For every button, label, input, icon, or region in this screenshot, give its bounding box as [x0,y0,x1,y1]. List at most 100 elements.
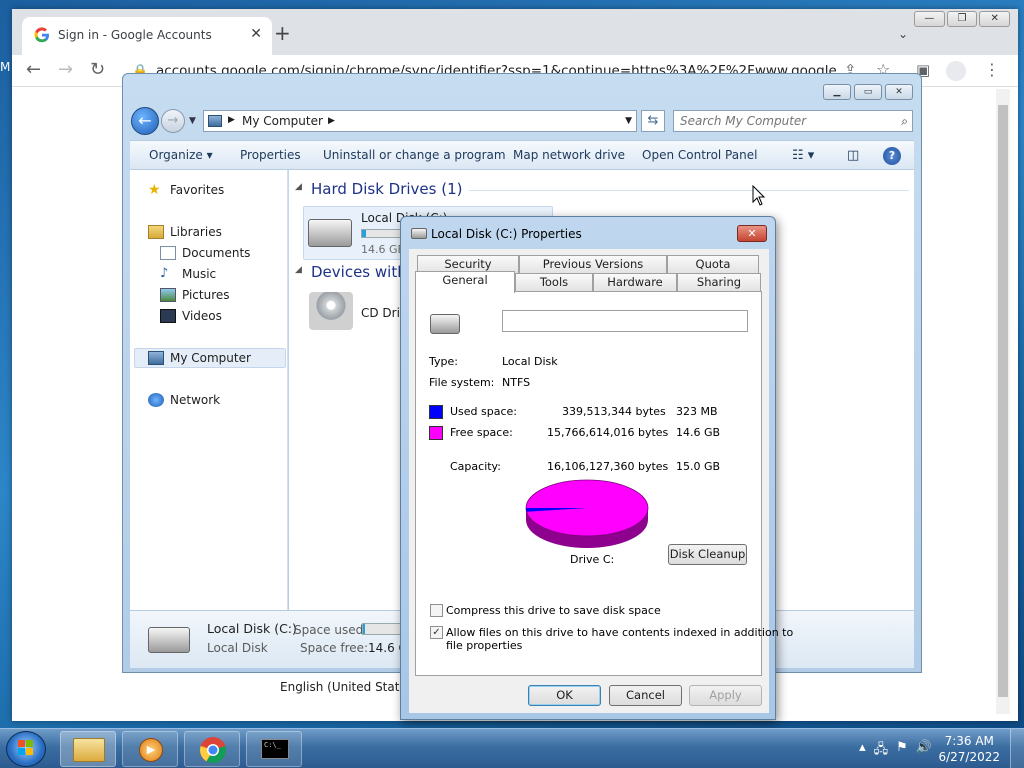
view-options-icon[interactable]: ☷ ▾ [792,148,814,163]
chrome-menu-icon[interactable]: ⋮ [984,61,1000,79]
profile-avatar-icon[interactable] [946,61,966,81]
taskbar-media-player-button[interactable]: ▶ [122,731,178,767]
scrollbar-thumb[interactable] [998,105,1008,697]
back-button[interactable]: ← [131,107,159,135]
taskbar-clock[interactable]: 7:36 AM 6/27/2022 [938,733,1000,765]
explorer-close-button[interactable]: ✕ [885,84,913,100]
dialog-body: Security Previous Versions Quota General… [409,249,793,713]
properties-button[interactable]: Properties [240,148,301,162]
apply-button[interactable]: Apply [689,685,762,706]
organize-button[interactable]: Organize ▾ [149,148,213,162]
videos-icon [160,309,176,323]
file-system-label: File system: [429,376,495,389]
search-icon[interactable]: ⌕ [901,114,908,129]
hard-drive-icon [430,314,460,334]
computer-icon [148,351,164,365]
tab-quota[interactable]: Quota [667,255,759,273]
command-bar: Organize ▾ Properties Uninstall or chang… [130,140,914,170]
nav-label: Documents [182,246,251,260]
volume-label-input[interactable] [502,310,748,332]
tab-general[interactable]: General [415,271,515,293]
index-checkbox[interactable]: ✓ [430,626,443,639]
map-network-drive-button[interactable]: Map network drive [513,148,625,162]
separator [428,446,746,447]
google-logo-icon [34,27,50,43]
disk-cleanup-button[interactable]: Disk Cleanup [668,544,747,565]
close-button[interactable]: ✕ [979,11,1011,27]
refresh-button[interactable]: ⇆ [641,110,665,132]
free-space-swatch [429,426,443,440]
dialog-close-button[interactable]: ✕ [737,225,767,242]
details-drive-name: Local Disk (C:) [207,621,297,636]
uninstall-program-button[interactable]: Uninstall or change a program [323,148,506,162]
page-scrollbar[interactable] [996,89,1010,714]
help-icon[interactable]: ? [883,147,901,165]
volume-icon[interactable]: 🔊 [916,740,932,762]
recent-pages-dropdown-icon[interactable]: ▼ [189,116,196,126]
taskbar-cmd-button[interactable]: C:\_ [246,731,302,767]
network-globe-icon [148,393,164,407]
explorer-minimize-button[interactable]: ▁ [823,84,851,100]
preview-pane-icon[interactable]: ◫ [847,148,859,163]
tab-hardware[interactable]: Hardware [593,273,677,291]
drive-label: Drive C: [570,553,615,566]
ok-button[interactable]: OK [528,685,601,706]
used-space-bytes: 339,513,344 bytes [562,405,666,418]
nav-label: Videos [182,309,222,323]
minimize-button[interactable]: — [914,11,945,27]
tab-search-chevron-icon[interactable]: ⌄ [898,27,908,41]
explorer-maximize-button[interactable]: ▭ [854,84,882,100]
reload-icon[interactable]: ↻ [90,61,105,79]
nav-label: Music [182,267,217,281]
explorer-window-controls: ▁ ▭ ✕ [823,84,913,100]
nav-label: Pictures [182,288,230,302]
system-tray: ▴ 🖧 ⚑ 🔊 [859,740,932,762]
tab-previous-versions[interactable]: Previous Versions [519,255,667,273]
mouse-cursor-icon [752,185,766,207]
action-center-flag-icon[interactable]: ⚑ [896,740,908,762]
breadcrumb-my-computer[interactable]: My Computer [242,114,323,128]
breadcrumb-arrow-icon[interactable]: ▶ [228,115,235,125]
tab-tools[interactable]: Tools [515,273,593,291]
capacity-label: Capacity: [450,460,501,473]
network-status-icon[interactable]: 🖧 [874,740,889,762]
hard-drive-icon [308,219,352,247]
restore-button[interactable]: ❐ [946,11,978,27]
tray-chevron-icon[interactable]: ▴ [859,740,866,762]
breadcrumb-arrow-icon[interactable]: ▶ [328,116,335,126]
drive-c-free: 14.6 GB [361,243,406,256]
forward-arrow-icon[interactable]: → [58,61,73,79]
start-button[interactable] [6,731,46,767]
used-space-size: 323 MB [676,405,718,418]
back-arrow-icon[interactable]: ← [26,61,41,79]
cd-drive-icon[interactable] [309,292,353,330]
forward-button[interactable]: → [161,109,185,133]
clock-time: 7:36 AM [944,734,994,748]
taskbar-explorer-button[interactable] [60,731,116,767]
taskbar-chrome-button[interactable] [184,731,240,767]
capacity-size: 15.0 GB [676,460,721,473]
tab-close-icon[interactable]: ✕ [250,26,262,42]
new-tab-button[interactable]: + [274,23,291,43]
libraries-icon [148,225,164,239]
disk-usage-pie [524,478,650,548]
address-dropdown-icon[interactable]: ▼ [625,116,632,126]
group-header-hdd[interactable]: Hard Disk Drives (1) [311,180,462,198]
show-desktop-button[interactable] [1010,729,1024,768]
compress-checkbox[interactable] [430,604,443,617]
media-player-icon: ▶ [139,738,163,762]
search-box[interactable]: ⌕ [673,110,913,132]
music-note-icon: ♪ [160,266,169,281]
search-input[interactable] [680,113,880,129]
language-selector[interactable]: English (United States) [280,680,418,694]
file-system-value: NTFS [502,376,531,389]
cancel-button[interactable]: Cancel [609,685,682,706]
tab-sharing[interactable]: Sharing [677,273,761,291]
open-control-panel-button[interactable]: Open Control Panel [642,148,757,162]
tab-sign-in[interactable]: Sign in - Google Accounts ✕ [22,17,272,55]
hard-drive-icon [411,228,427,239]
collapse-group-icon[interactable]: ◢ [295,182,302,192]
collapse-group-icon[interactable]: ◢ [295,265,302,275]
address-bar[interactable]: ▶ My Computer ▶ ▼ [203,110,637,132]
capacity-bytes: 16,106,127,360 bytes [547,460,669,473]
